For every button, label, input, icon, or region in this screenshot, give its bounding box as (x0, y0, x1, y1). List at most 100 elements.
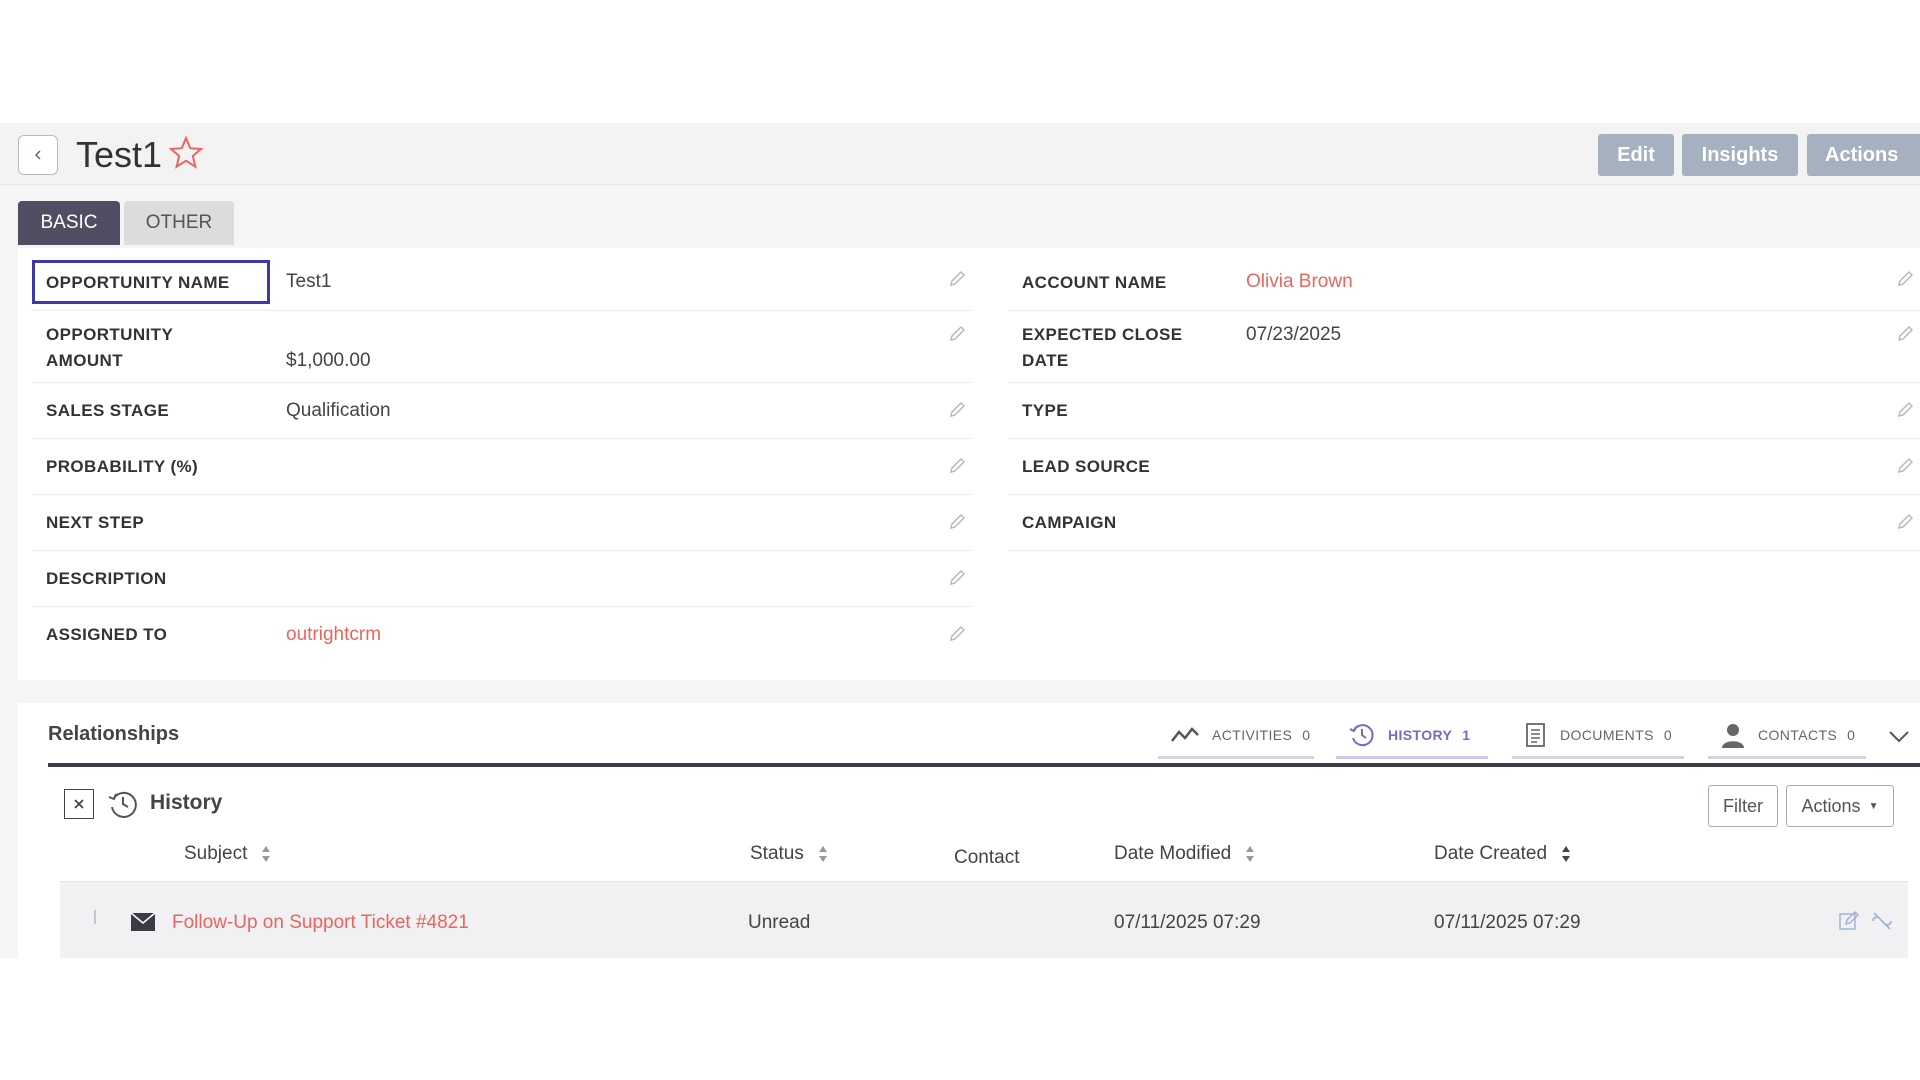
field-campaign[interactable]: CAMPAIGN (1008, 495, 1920, 551)
pencil-edit-icon[interactable] (948, 457, 966, 475)
pencil-edit-icon[interactable] (948, 513, 966, 531)
back-button[interactable] (18, 135, 58, 175)
field-next-step[interactable]: NEXT STEP (32, 495, 972, 551)
field-label: TYPE (1022, 401, 1069, 420)
column-label: Contact (954, 847, 1020, 868)
chevron-left-icon (34, 150, 41, 160)
row-subject-link[interactable]: Follow-Up on Support Ticket #4821 (172, 912, 469, 934)
field-value: Test1 (286, 271, 332, 292)
history-subpanel: History Filter Actions ▼ Subject Status … (48, 763, 1920, 958)
row-date-modified: 07/11/2025 07:29 (1114, 912, 1261, 933)
rel-tab-label: ACTIVITIES (1212, 726, 1293, 743)
pencil-edit-icon[interactable] (1896, 401, 1914, 419)
row-date-created: 07/11/2025 07:29 (1434, 912, 1581, 933)
field-probability[interactable]: PROBABILITY (%) (32, 439, 972, 495)
person-icon (1722, 723, 1744, 748)
field-assigned-to[interactable]: ASSIGNED TO outrightcrm (32, 607, 972, 663)
pencil-edit-icon[interactable] (1896, 457, 1914, 475)
field-label-line1: OPPORTUNITY (46, 325, 174, 344)
field-description[interactable]: DESCRIPTION (32, 551, 972, 607)
chevron-down-icon[interactable] (1886, 723, 1912, 749)
pencil-edit-icon[interactable] (948, 569, 966, 587)
rel-tab-activities[interactable]: ACTIVITIES 0 (1158, 713, 1314, 759)
field-label: ACCOUNT NAME (1022, 273, 1167, 292)
field-account-name[interactable]: ACCOUNT NAME Olivia Brown (1008, 248, 1920, 311)
pencil-edit-icon[interactable] (948, 401, 966, 419)
field-label: ASSIGNED TO (46, 625, 168, 644)
detail-panel: OPPORTUNITY NAME Test1 OPPORTUNITY AMOUN… (18, 248, 1920, 680)
field-label-line1: EXPECTED CLOSE (1022, 325, 1183, 344)
pencil-edit-icon[interactable] (948, 325, 966, 343)
rel-tab-documents[interactable]: DOCUMENTS 0 (1512, 713, 1684, 759)
pencil-edit-icon[interactable] (948, 625, 966, 643)
assigned-user-link[interactable]: outrightcrm (286, 622, 381, 648)
rel-tab-label: CONTACTS (1758, 726, 1838, 743)
rel-tab-label: DOCUMENTS (1560, 726, 1654, 743)
column-header-subject[interactable]: Subject (184, 843, 271, 865)
detail-tabs: BASIC OTHER (18, 201, 238, 245)
field-expected-close-date[interactable]: EXPECTED CLOSE DATE 07/23/2025 (1008, 311, 1920, 383)
unlink-icon[interactable] (1870, 910, 1894, 932)
actions-label: Actions (1825, 143, 1899, 166)
edit-record-icon[interactable] (1838, 910, 1860, 932)
field-opportunity-name[interactable]: OPPORTUNITY NAME Test1 (32, 248, 972, 311)
table-row[interactable]: Follow-Up on Support Ticket #4821 Unread… (60, 881, 1908, 958)
caret-down-icon: ▼ (1868, 800, 1879, 812)
rel-tab-contacts[interactable]: CONTACTS 0 (1708, 713, 1866, 759)
column-header-date-created[interactable]: Date Created (1434, 843, 1571, 865)
rel-tab-count: 0 (1663, 726, 1673, 743)
column-header-status[interactable]: Status (750, 843, 828, 865)
field-label-line2: AMOUNT (46, 351, 123, 370)
close-subpanel-button[interactable] (64, 789, 94, 819)
tab-basic[interactable]: BASIC (18, 201, 120, 245)
column-label: Subject (184, 843, 248, 864)
field-opportunity-amount[interactable]: OPPORTUNITY AMOUNT $1,000.00 (32, 311, 972, 383)
pencil-edit-icon[interactable] (1896, 270, 1914, 288)
row-status: Unread (748, 912, 811, 933)
column-header-date-modified[interactable]: Date Modified (1114, 843, 1255, 865)
field-label: LEAD SOURCE (1022, 457, 1151, 476)
detail-column-left: OPPORTUNITY NAME Test1 OPPORTUNITY AMOUN… (32, 248, 972, 663)
sort-icon (818, 846, 827, 862)
field-label-line2: DATE (1022, 351, 1069, 370)
field-label: PROBABILITY (%) (46, 457, 199, 476)
subpanel-actions-button[interactable]: Actions ▼ (1786, 785, 1894, 827)
row-handle[interactable] (94, 910, 96, 924)
close-icon (74, 799, 84, 809)
rel-tab-history[interactable]: HISTORY 1 (1336, 713, 1488, 759)
subpanel-actions-label: Actions (1801, 795, 1861, 816)
edit-button[interactable]: Edit (1598, 134, 1674, 176)
sort-icon (262, 846, 271, 862)
email-envelope-icon (130, 912, 156, 931)
detail-column-right: ACCOUNT NAME Olivia Brown EXPECTED CLOSE… (1008, 248, 1920, 551)
rel-tab-label: HISTORY (1388, 726, 1453, 743)
field-label: NEXT STEP (46, 513, 145, 532)
record-title: Test1 (76, 134, 163, 175)
favorite-star-icon[interactable] (168, 135, 204, 171)
history-clock-icon (1349, 723, 1374, 746)
tab-other[interactable]: OTHER (124, 201, 234, 245)
column-label: Status (750, 843, 804, 864)
filter-button[interactable]: Filter (1708, 785, 1778, 827)
field-sales-stage[interactable]: SALES STAGE Qualification (32, 383, 972, 439)
field-value: $1,000.00 (286, 350, 371, 371)
document-icon (1526, 722, 1545, 747)
field-label: SALES STAGE (46, 401, 170, 420)
actions-dropdown-button[interactable]: Actions (1807, 134, 1920, 176)
field-lead-source[interactable]: LEAD SOURCE (1008, 439, 1920, 495)
subpanel-title: History (150, 791, 223, 814)
insights-button[interactable]: Insights (1682, 134, 1798, 176)
history-clock-icon (108, 791, 137, 818)
activity-chart-icon (1171, 726, 1199, 742)
account-name-link[interactable]: Olivia Brown (1246, 269, 1353, 295)
sort-icon (1562, 846, 1571, 862)
record-detail-view: Test1 Edit Insights Actions BASIC OTHER … (0, 123, 1920, 958)
field-type[interactable]: TYPE (1008, 383, 1920, 439)
pencil-edit-icon[interactable] (1896, 513, 1914, 531)
field-label: DESCRIPTION (46, 569, 167, 588)
pencil-edit-icon[interactable] (1896, 325, 1914, 343)
record-header: Test1 Edit Insights Actions (0, 123, 1920, 185)
sort-icon (1246, 846, 1255, 862)
field-label: CAMPAIGN (1022, 513, 1117, 532)
pencil-edit-icon[interactable] (948, 270, 966, 288)
